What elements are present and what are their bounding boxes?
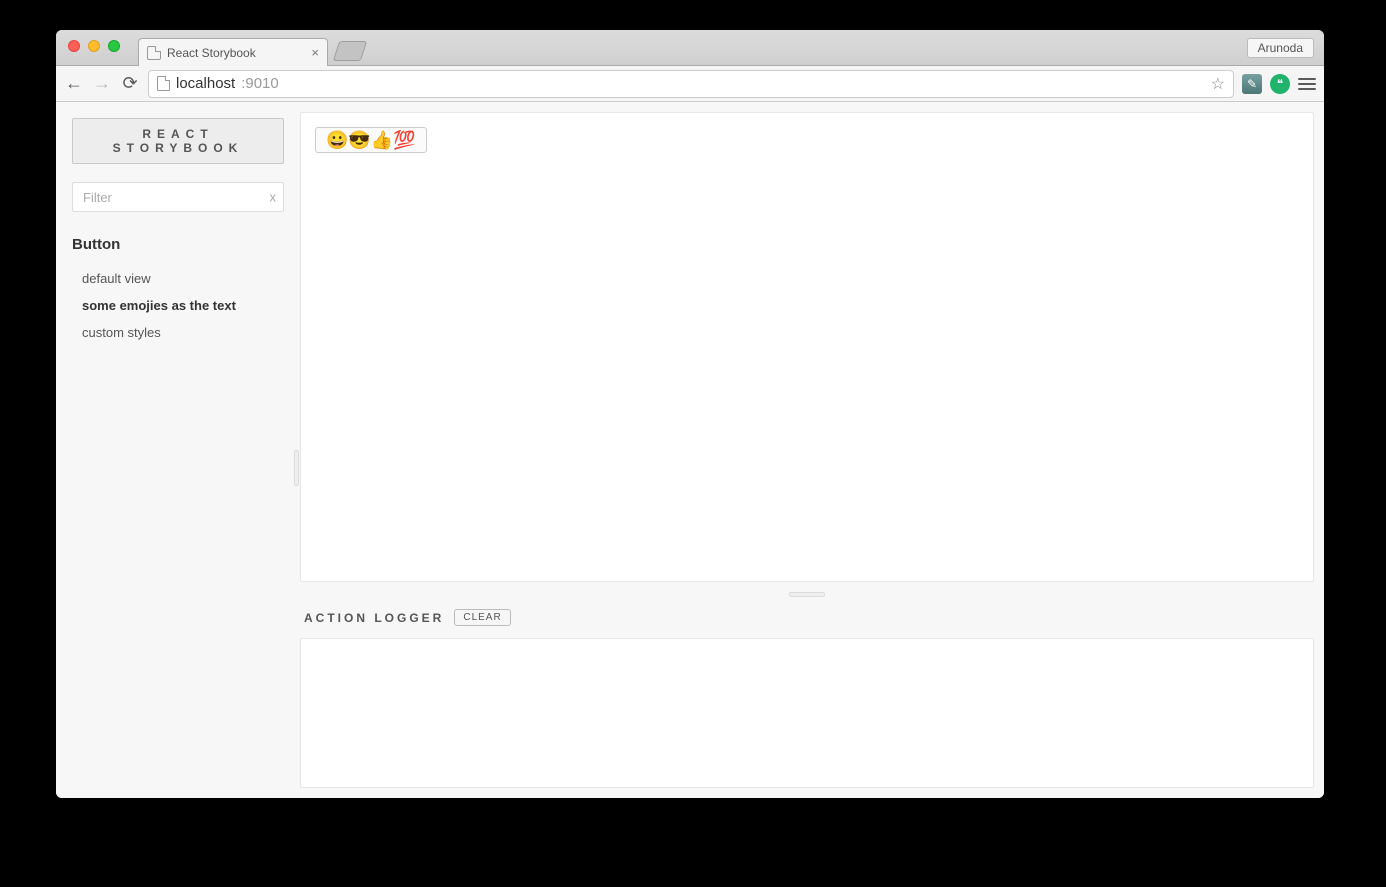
extension-hangouts-icon[interactable]: ❝ xyxy=(1270,74,1290,94)
tab-title: React Storybook xyxy=(167,46,256,60)
demo-button[interactable]: 😀😎👍💯 xyxy=(315,127,427,153)
story-item-custom-styles[interactable]: custom styles xyxy=(82,325,284,340)
address-bar[interactable]: localhost :9010 ☆ xyxy=(148,70,1234,98)
storybook-main: 😀😎👍💯 ACTION LOGGER CLEAR xyxy=(300,102,1324,798)
close-window-icon[interactable] xyxy=(68,40,80,52)
minimize-window-icon[interactable] xyxy=(88,40,100,52)
maximize-window-icon[interactable] xyxy=(108,40,120,52)
action-logger-header: ACTION LOGGER CLEAR xyxy=(300,607,1314,628)
url-port: :9010 xyxy=(241,75,279,92)
extension-evernote-icon[interactable]: ✎ xyxy=(1242,74,1262,94)
story-group-title[interactable]: Button xyxy=(72,230,284,253)
tab-close-icon[interactable]: × xyxy=(311,45,319,60)
new-tab-button[interactable] xyxy=(333,41,367,61)
action-logger-body xyxy=(300,638,1314,788)
story-item-default-view[interactable]: default view xyxy=(82,271,284,286)
browser-menu-icon[interactable] xyxy=(1298,78,1316,90)
story-item-some-emojies[interactable]: some emojies as the text xyxy=(82,298,284,313)
page-content: REACT STORYBOOK x Button default view so… xyxy=(56,102,1324,798)
bookmark-star-icon[interactable]: ☆ xyxy=(1211,74,1225,94)
window-controls xyxy=(68,40,120,52)
horizontal-resize-handle[interactable] xyxy=(789,592,825,597)
profile-button[interactable]: Arunoda xyxy=(1247,38,1314,58)
browser-window: React Storybook × Arunoda ← → ⟳ localhos… xyxy=(56,30,1324,798)
forward-icon[interactable]: → xyxy=(92,73,112,94)
clear-button[interactable]: CLEAR xyxy=(454,609,510,626)
story-list: default view some emojies as the text cu… xyxy=(72,271,284,340)
storybook-sidebar: REACT STORYBOOK x Button default view so… xyxy=(56,102,300,798)
back-icon[interactable]: ← xyxy=(64,73,84,94)
browser-tabbar: React Storybook × Arunoda xyxy=(56,30,1324,66)
vertical-resize-handle[interactable] xyxy=(294,450,299,486)
url-host: localhost xyxy=(176,75,235,92)
page-icon xyxy=(147,46,161,60)
reload-icon[interactable]: ⟳ xyxy=(120,73,140,94)
storybook-brand[interactable]: REACT STORYBOOK xyxy=(72,118,284,164)
filter-wrap: x xyxy=(72,182,284,212)
action-logger-title: ACTION LOGGER xyxy=(304,611,444,625)
site-info-icon[interactable] xyxy=(157,76,170,91)
filter-clear-icon[interactable]: x xyxy=(270,190,277,205)
filter-input[interactable] xyxy=(72,182,284,212)
story-preview: 😀😎👍💯 xyxy=(300,112,1314,582)
browser-toolbar: ← → ⟳ localhost :9010 ☆ ✎ ❝ xyxy=(56,66,1324,102)
browser-tab[interactable]: React Storybook × xyxy=(138,38,328,66)
